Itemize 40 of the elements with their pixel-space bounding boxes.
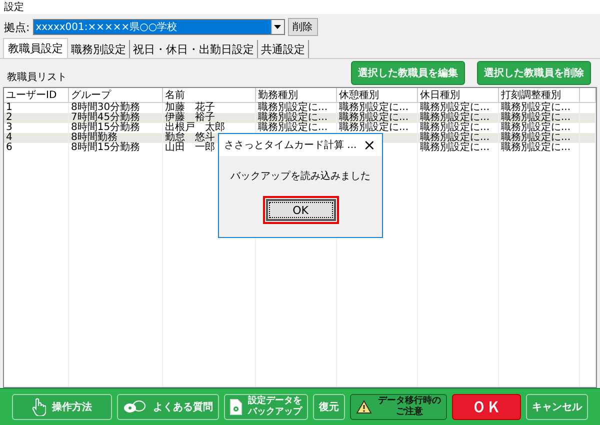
table-cell: 2: [4, 113, 68, 123]
dropdown-arrow-icon: [274, 25, 282, 29]
delete-button[interactable]: 削除: [288, 18, 318, 36]
column-header[interactable]: 打刻調整種別: [498, 88, 580, 102]
table-cell: 職務別設定に...: [498, 133, 580, 143]
tab[interactable]: 職務別設定: [68, 40, 130, 58]
table-cell: 伊藤 裕子: [162, 113, 256, 123]
tab[interactable]: 教職員設定: [3, 38, 68, 58]
table-cell: 職務別設定に...: [498, 113, 580, 123]
tab[interactable]: 共通設定: [258, 40, 309, 58]
ok-button[interactable]: OK: [266, 199, 336, 222]
column-header[interactable]: ユーザーID: [4, 88, 68, 102]
column-header[interactable]: 名前: [162, 88, 256, 102]
location-dropdown[interactable]: xxxxx001:×××××県○○学校: [32, 19, 285, 35]
location-label: 拠点:: [4, 20, 30, 34]
tab[interactable]: 祝日・休日・出勤日設定: [130, 40, 258, 58]
table-cell: 7時間45分勤務: [68, 113, 162, 123]
table-cell: 職務別設定に...: [336, 113, 418, 123]
table-cell: 4: [4, 133, 68, 143]
table-cell: 職務別設定に...: [418, 143, 498, 153]
dialog-message: バックアップを読み込みました: [230, 170, 370, 183]
table-cell: 6: [4, 143, 68, 153]
ok-button[interactable]: ＯＫ: [452, 394, 521, 420]
column-header[interactable]: グループ: [68, 88, 162, 102]
warning-icon: [356, 400, 372, 414]
table-cell: 職務別設定に...: [256, 113, 336, 123]
table-cell: 8時間勤務: [68, 133, 162, 143]
document-gear-icon: [230, 399, 242, 415]
column-header[interactable]: 休日種別: [418, 88, 498, 102]
list-title: 教職員リスト: [7, 70, 67, 84]
column-header[interactable]: 勤務種別: [256, 88, 336, 102]
hand-icon: [32, 398, 46, 416]
window-title: 設定: [4, 0, 24, 14]
table-cell: 8時間15分勤務: [68, 143, 162, 153]
column-header[interactable]: 休憩種別: [336, 88, 418, 102]
table-cell: 職務別設定に...: [418, 113, 498, 123]
footer-button[interactable]: データ移行時のご注意: [350, 394, 448, 420]
table-cell: 職務別設定に...: [498, 143, 580, 153]
chat-icon: [123, 400, 148, 414]
table-cell: 職務別設定に...: [418, 133, 498, 143]
